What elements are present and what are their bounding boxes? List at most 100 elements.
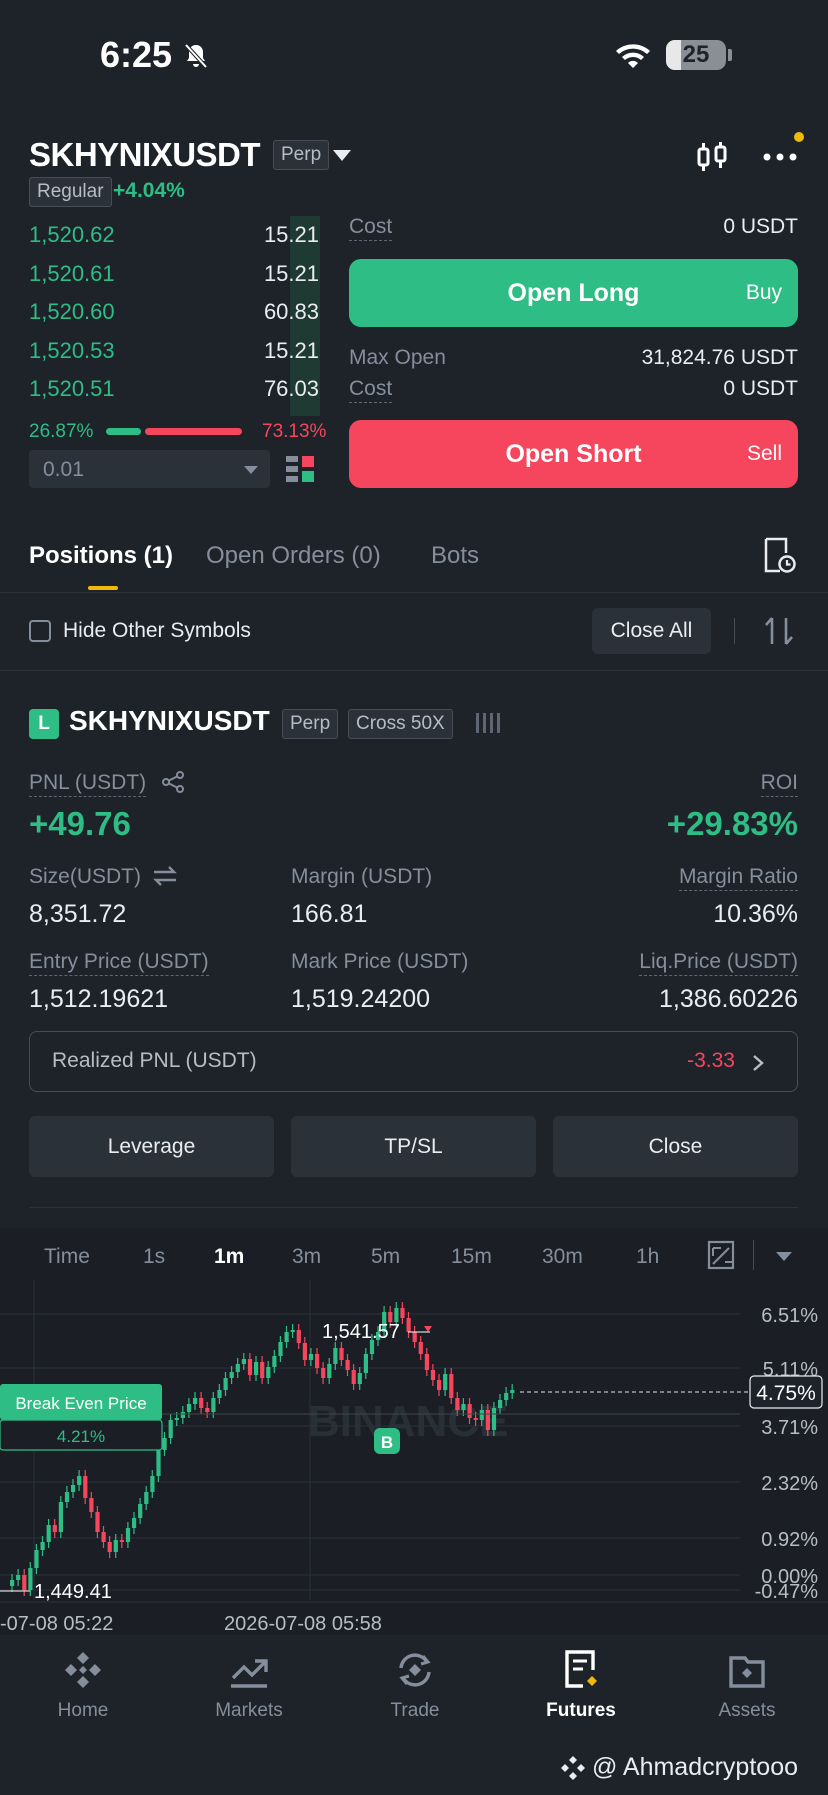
close-position-button[interactable]: Close [553,1116,798,1177]
high-price-label: 1,541.57 [322,1321,400,1343]
battery-indicator: 25 [666,40,726,70]
timeframe-30m[interactable]: 30m [542,1245,583,1269]
tab-positions[interactable]: Positions (1) [29,542,173,570]
timeframe-5m[interactable]: 5m [371,1245,400,1269]
margin-ratio-value: 10.36% [713,900,798,928]
share-icon[interactable] [161,770,185,794]
tab-bots[interactable]: Bots [431,542,479,570]
candle [77,1476,82,1485]
chart-settings-icon[interactable] [707,1240,735,1270]
candle [266,1367,271,1378]
candle [498,1400,503,1408]
nav-home[interactable]: Home [0,1636,166,1722]
orderbook-amount: 15.21 [263,260,319,286]
position-contract-tag: Perp [282,709,339,739]
timeframe-3m[interactable]: 3m [292,1245,321,1269]
candle [58,1502,63,1532]
pnl-label: PNL (USDT) [29,771,147,797]
symbol-title[interactable]: SKHYNIXUSDT [29,136,261,174]
more-options-icon[interactable] [762,140,798,174]
orderbook-row[interactable]: 1,520.51 76.03 [29,376,319,402]
candle [28,1568,33,1590]
symbol-dropdown-caret-icon[interactable] [333,150,351,161]
y-tick-label: 0.92% [761,1529,818,1551]
chevron-right-icon [753,1055,764,1071]
contract-tag: Perp [273,140,330,170]
depth-select[interactable]: 0.01 [29,450,270,488]
timeframe-more-icon[interactable] [776,1252,792,1261]
low-price-label: 1,449.41 [34,1581,112,1603]
margin-ratio-label: Margin Ratio [678,865,798,891]
liq-price-value: 1,386.60226 [658,985,798,1013]
orderbook-layout-icon[interactable] [285,454,315,484]
card-divider [29,1207,798,1208]
tab-open-orders[interactable]: Open Orders (0) [206,542,381,570]
nav-trade[interactable]: Trade [332,1636,498,1722]
orderbook-amount: 15.21 [263,337,319,363]
candle [83,1476,88,1498]
nav-assets[interactable]: Assets [664,1636,828,1722]
position-leverage-tag[interactable]: Cross 50X [348,709,453,739]
hide-other-symbols-checkbox[interactable] [29,620,51,642]
sell-label: Sell [746,442,782,465]
open-short-label: Open Short [505,440,642,468]
candle [485,1410,490,1430]
timeframe-time[interactable]: Time [44,1245,90,1269]
entry-price-value: 1,512.19621 [29,985,169,1013]
open-short-button[interactable]: Open Short Sell [349,420,798,488]
nav-futures[interactable]: Futures [498,1636,664,1722]
credit-diamond-icon [560,1755,585,1780]
candle [156,1450,161,1476]
candle [211,1398,216,1412]
chart-watermark: BINANCE [308,1397,508,1446]
candle [235,1364,240,1372]
candle [510,1390,515,1393]
hide-other-symbols-label[interactable]: Hide Other Symbols [63,619,251,643]
x-tick-label: -07-08 05:22 [0,1613,113,1635]
order-history-icon[interactable] [762,537,796,575]
realized-pnl-row[interactable]: Realized PNL (USDT) -3.33 [29,1031,798,1092]
orderbook-row[interactable]: 1,520.61 15.21 [29,261,319,287]
filter-divider [734,618,735,644]
break-even-pct: 4.21% [57,1427,105,1446]
leverage-button[interactable]: Leverage [29,1116,274,1177]
buy-label: Buy [745,281,782,304]
roi-value: +29.83% [666,805,798,842]
orderbook-row[interactable]: 1,520.60 60.83 [29,299,319,325]
ratio-bar [106,428,242,435]
candle [186,1404,192,1412]
timeframe-divider [753,1240,754,1270]
tp-sl-button[interactable]: TP/SL [291,1116,536,1177]
timeframe-15m[interactable]: 15m [451,1245,492,1269]
position-symbol[interactable]: SKHYNIXUSDT [69,705,270,737]
timeframe-1s[interactable]: 1s [143,1245,165,1269]
cost-long-value: 0 USDT [723,215,798,238]
candle [473,1418,478,1420]
swap-unit-icon[interactable] [152,864,178,888]
wifi-icon [616,44,650,68]
current-pct-label: 4.75% [756,1382,816,1405]
orderbook-row[interactable]: 1,520.53 15.21 [29,338,319,364]
candle [406,1318,411,1332]
candle [430,1370,436,1380]
candle [400,1308,405,1318]
orderbook-row[interactable]: 1,520.62 15.21 [29,222,319,248]
price-chart[interactable]: BINANCE 6.51%5.11%3.71%2.32%0.92%0.00%-0… [0,1280,828,1636]
markets-icon [231,1659,268,1688]
open-long-button[interactable]: Open Long Buy [349,259,798,327]
timeframe-1m[interactable]: 1m [214,1245,244,1269]
candle [199,1398,204,1408]
sort-icon[interactable] [763,614,795,648]
candle [321,1368,326,1378]
tabs-divider [0,592,828,593]
candle [351,1370,356,1384]
nav-trade-label: Trade [390,1700,440,1721]
timeframe-1h[interactable]: 1h [636,1245,659,1269]
candle [10,1580,15,1586]
close-all-button[interactable]: Close All [592,608,711,654]
nav-markets[interactable]: Markets [166,1636,332,1722]
candlestick-chart-icon[interactable] [695,140,729,174]
size-value: 8,351.72 [29,900,127,928]
chevron-down-icon[interactable] [244,466,258,474]
candle [491,1408,497,1430]
